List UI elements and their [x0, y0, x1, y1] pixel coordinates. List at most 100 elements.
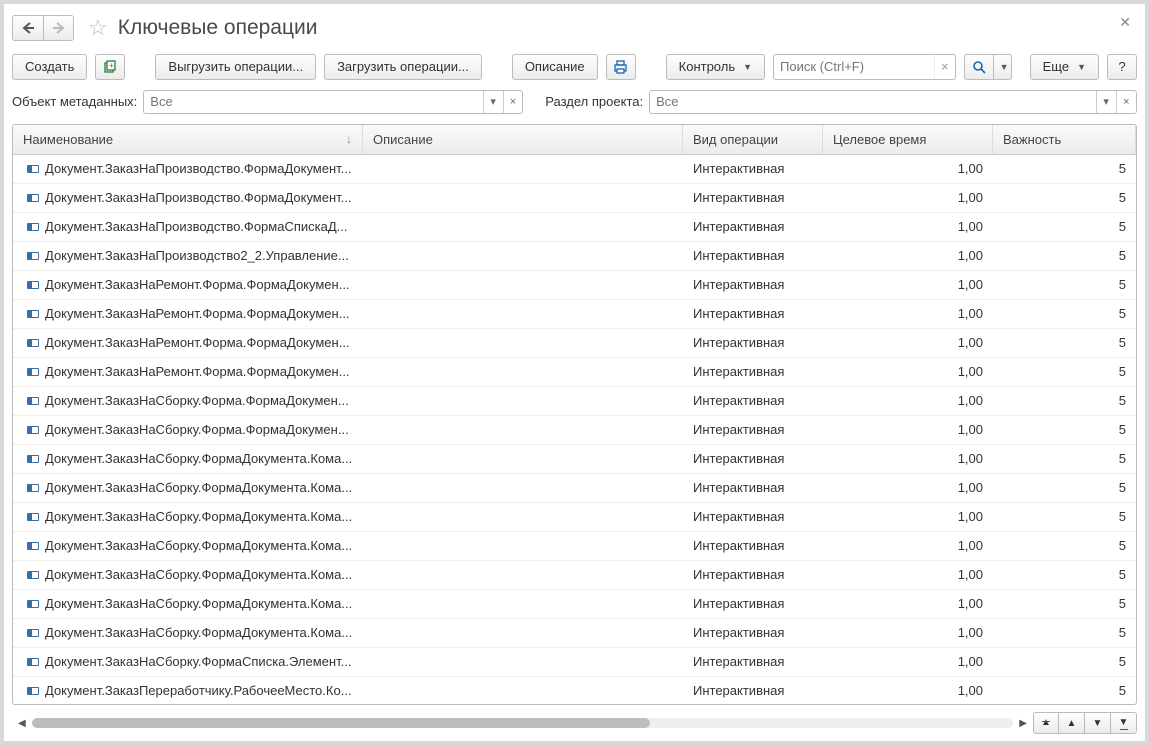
- table-row[interactable]: Документ.ЗаказНаПроизводство.ФормаДокуме…: [13, 184, 1136, 213]
- row-icon: [27, 223, 39, 231]
- nav-buttons: [12, 15, 74, 41]
- row-time: 1,00: [823, 625, 993, 640]
- table-row[interactable]: Документ.ЗаказНаПроизводство2_2.Управлен…: [13, 242, 1136, 271]
- row-importance: 5: [993, 190, 1136, 205]
- nav-last-button[interactable]: ▼: [1111, 712, 1137, 734]
- chevron-down-icon: ▼: [743, 62, 752, 72]
- table-row[interactable]: Документ.ЗаказНаСборку.ФормаДокумента.Ко…: [13, 561, 1136, 590]
- row-type: Интерактивная: [683, 422, 823, 437]
- table-row[interactable]: Документ.ЗаказНаСборку.ФормаСписка.Элеме…: [13, 648, 1136, 677]
- titlebar: ☆ Ключевые операции: [12, 12, 1137, 44]
- table-row[interactable]: Документ.ЗаказНаСборку.Форма.ФормаДокуме…: [13, 416, 1136, 445]
- row-icon: [27, 165, 39, 173]
- section-filter[interactable]: ▾ ×: [649, 90, 1137, 114]
- back-button[interactable]: [13, 16, 43, 40]
- search-input[interactable]: [774, 59, 934, 74]
- row-type: Интерактивная: [683, 538, 823, 553]
- table-row[interactable]: Документ.ЗаказНаРемонт.Форма.ФормаДокуме…: [13, 300, 1136, 329]
- metadata-clear-icon[interactable]: ×: [503, 91, 523, 113]
- row-type: Интерактивная: [683, 277, 823, 292]
- nav-down-button[interactable]: ▼: [1085, 712, 1111, 734]
- row-icon: [27, 513, 39, 521]
- favorite-star-icon[interactable]: ☆: [88, 15, 108, 41]
- row-time: 1,00: [823, 335, 993, 350]
- row-time: 1,00: [823, 393, 993, 408]
- close-icon[interactable]: ✕: [1119, 14, 1131, 31]
- column-importance[interactable]: Важность: [993, 125, 1136, 154]
- nav-first-button[interactable]: ▲: [1033, 712, 1059, 734]
- nav-down-icon: ▼: [1093, 718, 1103, 729]
- table-row[interactable]: Документ.ЗаказНаСборку.ФормаДокумента.Ко…: [13, 503, 1136, 532]
- grid-body[interactable]: Документ.ЗаказНаПроизводство.ФормаДокуме…: [13, 155, 1136, 704]
- section-input[interactable]: [650, 91, 1095, 113]
- nav-last-icon: ▼: [1119, 717, 1129, 729]
- toolbar: Создать + Выгрузить операции... Загрузит…: [12, 54, 1137, 80]
- nav-up-button[interactable]: ▲: [1059, 712, 1085, 734]
- grid-header: Наименование ↓ Описание Вид операции Цел…: [13, 125, 1136, 155]
- search-run-button[interactable]: [964, 54, 994, 80]
- row-name: Документ.ЗаказНаСборку.ФормаДокумента.Ко…: [45, 451, 352, 466]
- search-clear-icon[interactable]: ×: [934, 55, 955, 79]
- import-button-label: Загрузить операции...: [337, 59, 469, 74]
- table-row[interactable]: Документ.ЗаказНаСборку.Форма.ФормаДокуме…: [13, 387, 1136, 416]
- row-time: 1,00: [823, 422, 993, 437]
- table-row[interactable]: Документ.ЗаказНаСборку.ФормаДокумента.Ко…: [13, 590, 1136, 619]
- scroll-left-icon[interactable]: ◀: [16, 718, 28, 729]
- row-time: 1,00: [823, 567, 993, 582]
- table-row[interactable]: Документ.ЗаказНаПроизводство.ФормаДокуме…: [13, 155, 1136, 184]
- row-icon: [27, 455, 39, 463]
- metadata-label: Объект метаданных:: [12, 94, 137, 109]
- row-icon: [27, 629, 39, 637]
- column-type-label: Вид операции: [693, 132, 778, 147]
- import-button[interactable]: Загрузить операции...: [324, 54, 482, 80]
- print-button[interactable]: [606, 54, 636, 80]
- column-description[interactable]: Описание: [363, 125, 683, 154]
- export-button[interactable]: Выгрузить операции...: [155, 54, 316, 80]
- scroll-track[interactable]: [32, 718, 1014, 728]
- column-name[interactable]: Наименование ↓: [13, 125, 363, 154]
- scroll-right-icon[interactable]: ▶: [1017, 718, 1029, 729]
- nav-first-icon: ▲: [1041, 717, 1051, 729]
- row-name: Документ.ЗаказНаСборку.ФормаДокумента.Ко…: [45, 625, 352, 640]
- section-clear-icon[interactable]: ×: [1116, 91, 1136, 113]
- table-row[interactable]: Документ.ЗаказНаПроизводство.ФормаСписка…: [13, 213, 1136, 242]
- main-window: ✕ ☆ Ключевые операции Создать + Выгрузит…: [0, 0, 1149, 745]
- row-importance: 5: [993, 509, 1136, 524]
- metadata-filter[interactable]: ▾ ×: [143, 90, 523, 114]
- copy-button[interactable]: +: [95, 54, 125, 80]
- table-row[interactable]: Документ.ЗаказНаРемонт.Форма.ФормаДокуме…: [13, 271, 1136, 300]
- forward-button[interactable]: [43, 16, 73, 40]
- table-row[interactable]: Документ.ЗаказНаСборку.ФормаДокумента.Ко…: [13, 619, 1136, 648]
- description-button[interactable]: Описание: [512, 54, 598, 80]
- data-grid: Наименование ↓ Описание Вид операции Цел…: [12, 124, 1137, 705]
- search-box[interactable]: ×: [773, 54, 956, 80]
- column-time[interactable]: Целевое время: [823, 125, 993, 154]
- metadata-input[interactable]: [144, 91, 483, 113]
- column-type[interactable]: Вид операции: [683, 125, 823, 154]
- metadata-dropdown-icon[interactable]: ▾: [483, 91, 503, 113]
- table-row[interactable]: Документ.ЗаказПереработчику.РабочееМесто…: [13, 677, 1136, 704]
- table-row[interactable]: Документ.ЗаказНаСборку.ФормаДокумента.Ко…: [13, 532, 1136, 561]
- table-row[interactable]: Документ.ЗаказНаРемонт.Форма.ФормаДокуме…: [13, 329, 1136, 358]
- horizontal-scrollbar[interactable]: ◀ ▶: [12, 716, 1033, 730]
- table-row[interactable]: Документ.ЗаказНаСборку.ФормаДокумента.Ко…: [13, 445, 1136, 474]
- more-button[interactable]: Еще▼: [1030, 54, 1099, 80]
- table-row[interactable]: Документ.ЗаказНаРемонт.Форма.ФормаДокуме…: [13, 358, 1136, 387]
- control-button[interactable]: Контроль▼: [666, 54, 765, 80]
- row-time: 1,00: [823, 306, 993, 321]
- table-row[interactable]: Документ.ЗаказНаСборку.ФормаДокумента.Ко…: [13, 474, 1136, 503]
- row-time: 1,00: [823, 654, 993, 669]
- row-type: Интерактивная: [683, 306, 823, 321]
- create-button[interactable]: Создать: [12, 54, 87, 80]
- search-exec-group: ▼: [964, 54, 1012, 80]
- column-importance-label: Важность: [1003, 132, 1061, 147]
- row-icon: [27, 310, 39, 318]
- page-title: Ключевые операции: [118, 16, 318, 40]
- row-type: Интерактивная: [683, 248, 823, 263]
- row-name: Документ.ЗаказНаСборку.ФормаДокумента.Ко…: [45, 480, 352, 495]
- row-type: Интерактивная: [683, 190, 823, 205]
- search-options-button[interactable]: ▼: [994, 54, 1012, 80]
- help-button[interactable]: ?: [1107, 54, 1137, 80]
- scroll-thumb[interactable]: [32, 718, 650, 728]
- section-dropdown-icon[interactable]: ▾: [1096, 91, 1116, 113]
